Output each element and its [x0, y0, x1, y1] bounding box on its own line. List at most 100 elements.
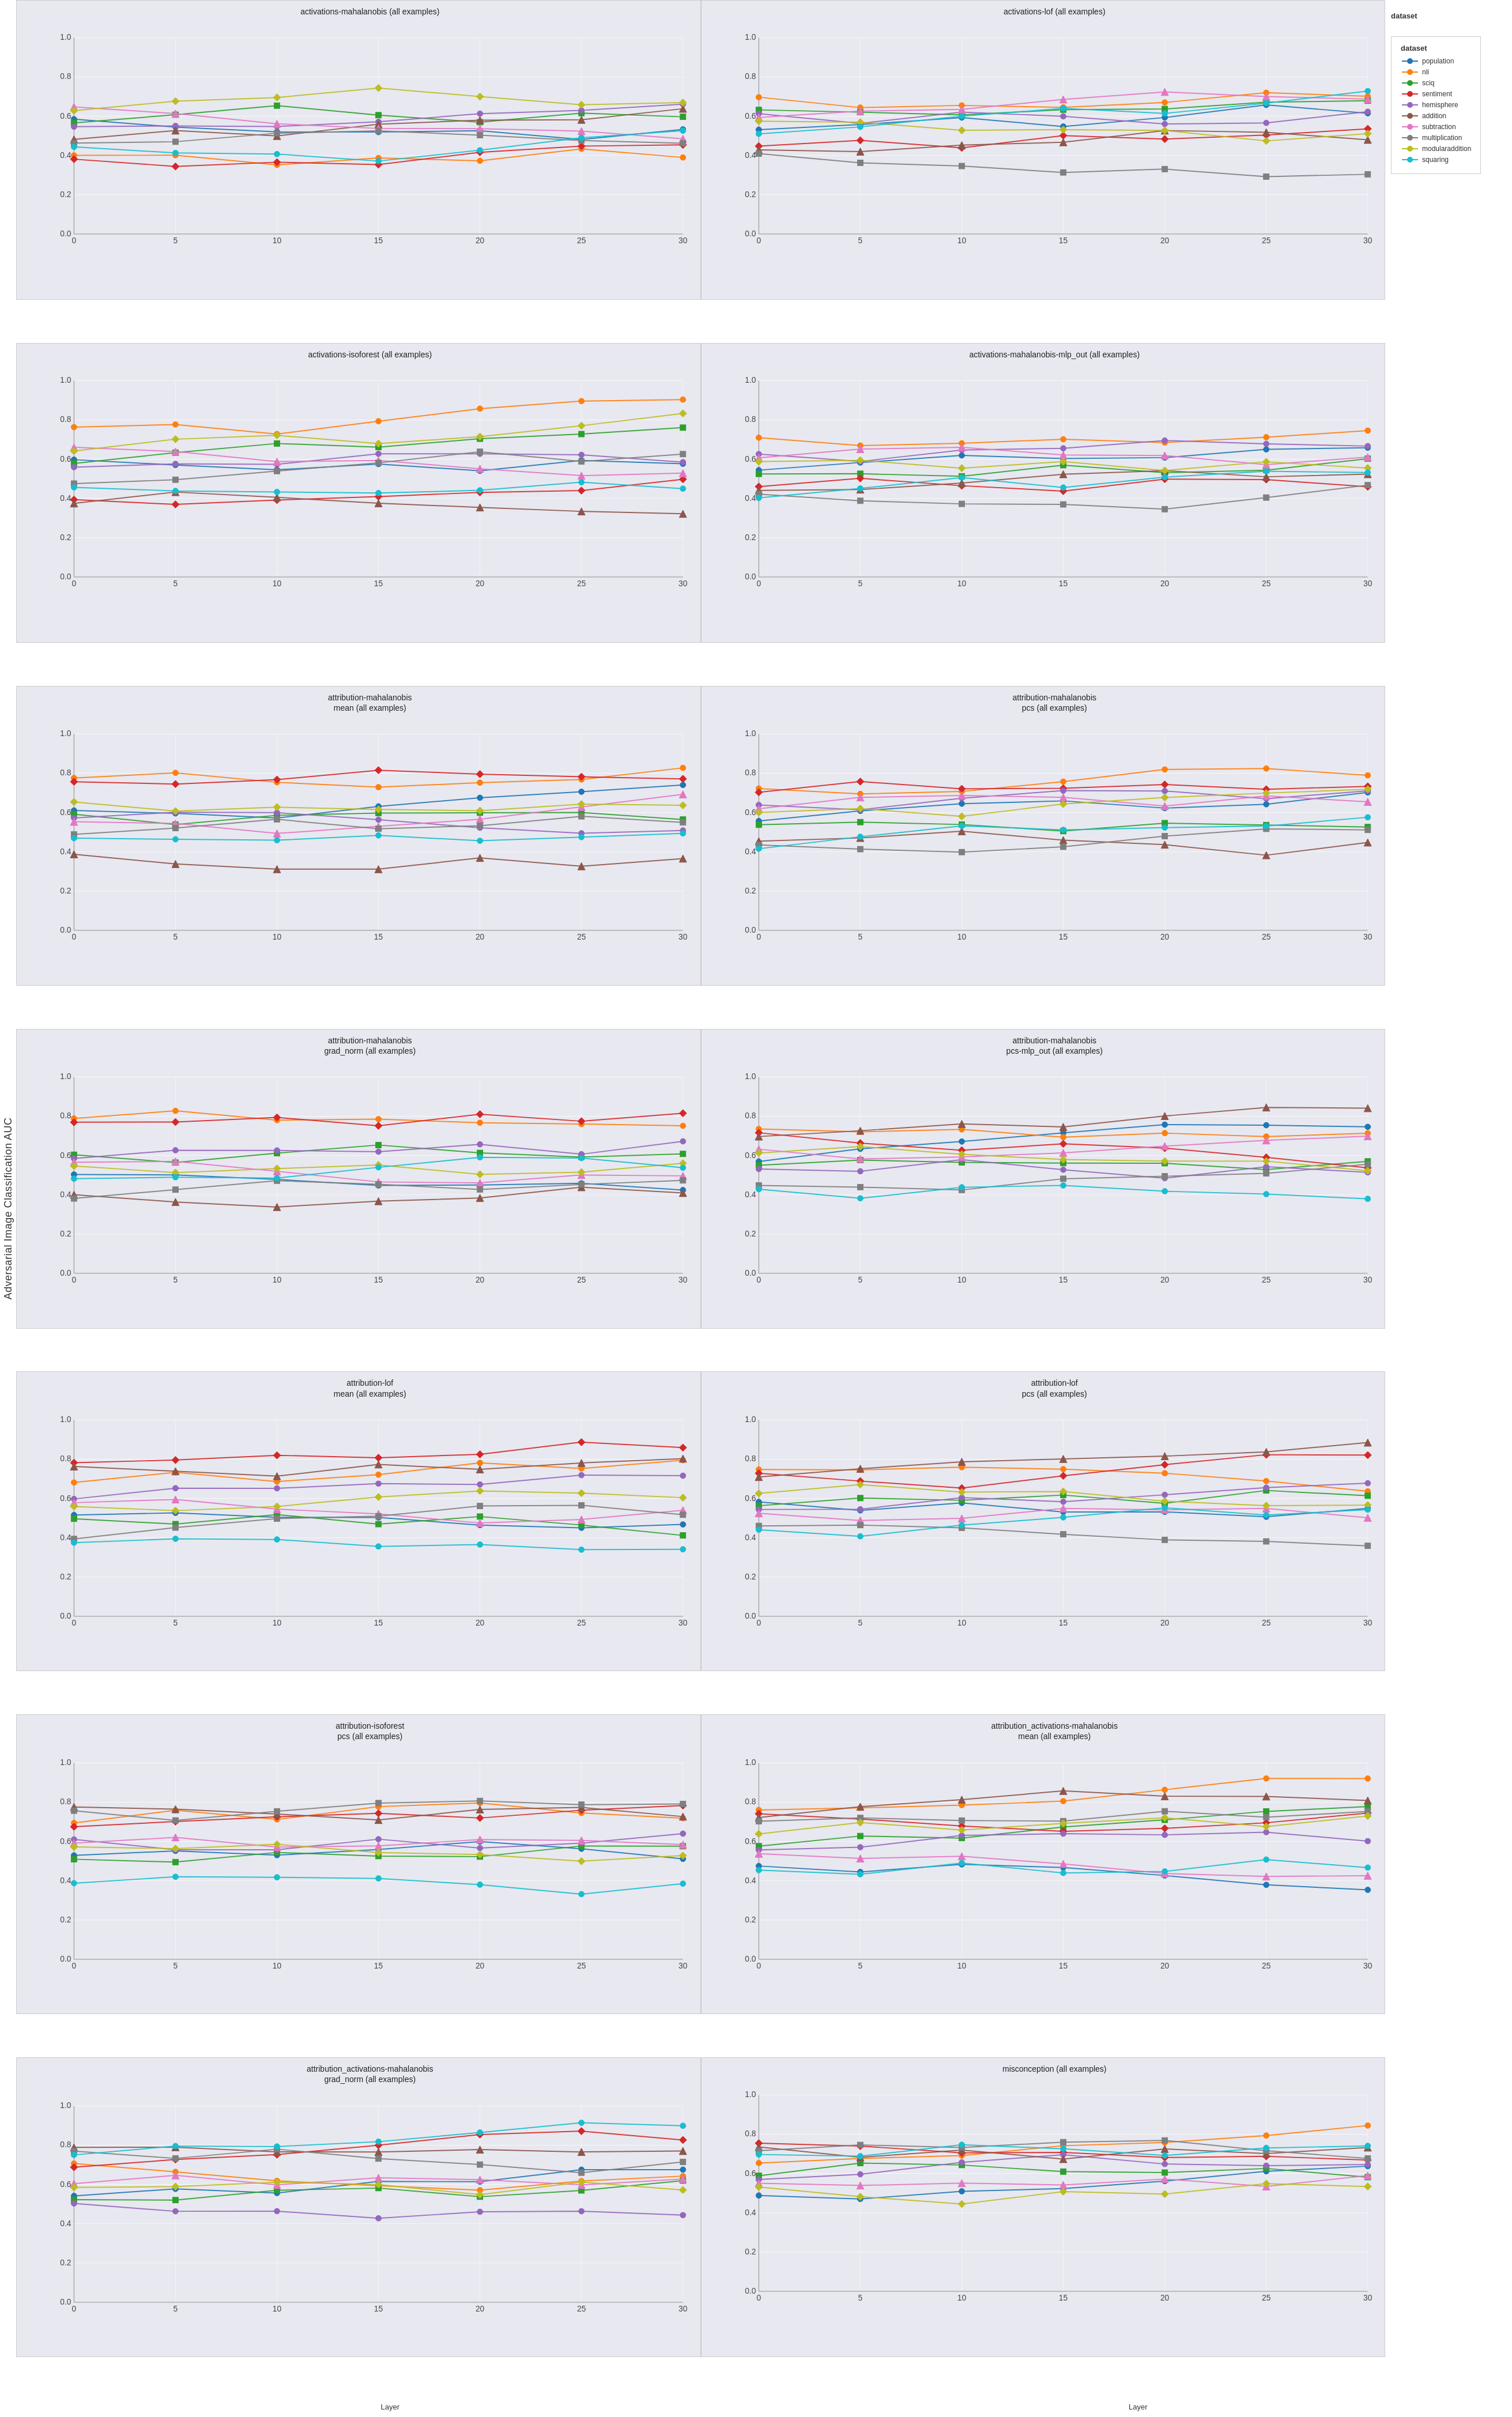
svg-text:1.0: 1.0: [60, 729, 71, 738]
chart-title-2: activations-lof (all examples): [730, 6, 1379, 17]
svg-text:30: 30: [678, 1275, 688, 1284]
svg-rect-280: [477, 449, 483, 455]
svg-point-536: [1263, 766, 1269, 771]
legend-label-sciq: sciq: [1422, 79, 1434, 87]
svg-rect-340: [756, 471, 761, 477]
svg-rect-876: [680, 1512, 686, 1518]
svg-text:0: 0: [756, 579, 761, 588]
legend-item-population: population: [1401, 57, 1471, 65]
svg-point-1399: [1407, 124, 1413, 130]
svg-point-633: [376, 1116, 382, 1122]
svg-point-1124: [1364, 1887, 1370, 1892]
svg-text:0.6: 0.6: [745, 808, 756, 817]
svg-point-850: [172, 1485, 178, 1491]
svg-text:20: 20: [476, 579, 485, 588]
legend-icon-nli: [1401, 68, 1419, 76]
svg-point-750: [756, 1166, 761, 1172]
svg-text:30: 30: [1363, 1275, 1373, 1284]
svg-point-855: [680, 1473, 686, 1479]
svg-point-884: [71, 1540, 77, 1545]
svg-text:0.0: 0.0: [60, 2297, 71, 2306]
svg-rect-935: [857, 1495, 863, 1501]
svg-text:10: 10: [273, 2303, 282, 2313]
y-axis-label: Adversarial Image Classification AUC: [2, 1117, 14, 1299]
svg-text:15: 15: [1058, 1618, 1068, 1627]
svg-text:20: 20: [1160, 1618, 1169, 1627]
svg-text:1.0: 1.0: [60, 375, 71, 384]
svg-text:0.0: 0.0: [60, 229, 71, 238]
svg-point-555: [1060, 788, 1066, 794]
svg-text:25: 25: [1262, 1960, 1271, 1970]
svg-text:1.0: 1.0: [60, 1072, 71, 1081]
svg-point-1150: [1162, 1832, 1167, 1838]
svg-text:0.2: 0.2: [745, 1572, 756, 1581]
svg-point-1149: [1060, 1831, 1066, 1837]
svg-text:0.2: 0.2: [745, 1914, 756, 1924]
svg-rect-673: [172, 1187, 178, 1193]
svg-point-987: [1162, 1505, 1167, 1511]
svg-text:0.8: 0.8: [745, 1797, 756, 1806]
svg-text:0.4: 0.4: [60, 1532, 71, 1541]
chart-cell-13: attribution_activations-mahalanobisgrad_…: [16, 2057, 701, 2357]
svg-text:10: 10: [957, 1275, 966, 1284]
legend-container: dataset dataset population nli sciq sent…: [1385, 0, 1512, 2400]
svg-point-456: [376, 817, 382, 823]
svg-rect-874: [477, 1503, 483, 1509]
svg-text:15: 15: [374, 579, 383, 588]
svg-point-191: [756, 131, 761, 137]
svg-text:30: 30: [678, 1618, 688, 1627]
svg-point-889: [579, 1547, 585, 1552]
chart-title-11: attribution-isoforestpcs (all examples): [46, 1721, 695, 1741]
svg-rect-1034: [172, 1859, 178, 1865]
chart-area-14: 0.00.20.40.60.81.0051015202530: [730, 2076, 1379, 2324]
svg-point-851: [274, 1485, 280, 1491]
svg-point-196: [1263, 100, 1269, 106]
svg-point-293: [376, 490, 382, 496]
svg-point-1391: [1407, 80, 1413, 86]
svg-text:30: 30: [1363, 579, 1373, 588]
svg-rect-178: [857, 160, 863, 166]
svg-point-393: [1162, 474, 1167, 480]
svg-text:5: 5: [174, 2303, 178, 2313]
svg-rect-539: [857, 819, 863, 825]
svg-point-436: [477, 780, 483, 786]
svg-point-1152: [1364, 1838, 1370, 1844]
svg-rect-776: [1263, 1171, 1269, 1177]
svg-rect-380: [1263, 495, 1269, 500]
svg-point-430: [579, 789, 585, 795]
svg-text:0.0: 0.0: [745, 572, 756, 581]
legend-box: dataset population nli sciq sentiment he…: [1391, 36, 1481, 174]
y-axis-label-container: Adversarial Image Classification AUC: [0, 0, 16, 2417]
svg-text:0.0: 0.0: [745, 1954, 756, 1963]
legend-label-subtraction: subtraction: [1422, 123, 1456, 131]
chart-cell-12: attribution_activations-mahalanobismean …: [701, 1714, 1386, 2014]
svg-point-1349: [1263, 2163, 1269, 2169]
svg-point-1147: [857, 1844, 863, 1850]
svg-rect-1033: [71, 1856, 77, 1862]
svg-text:0.4: 0.4: [745, 847, 756, 856]
svg-point-1182: [857, 1871, 863, 1877]
svg-point-1086: [477, 1881, 483, 1887]
svg-text:20: 20: [476, 2303, 485, 2313]
svg-text:0.8: 0.8: [60, 768, 71, 778]
svg-point-636: [680, 1123, 686, 1129]
svg-text:0.6: 0.6: [60, 2179, 71, 2188]
svg-point-488: [71, 835, 77, 841]
svg-rect-1069: [172, 1818, 178, 1823]
svg-point-135: [756, 95, 761, 100]
chart-area-8: 0.00.20.40.60.81.0051015202530: [730, 1058, 1379, 1306]
legend-icon-addition: [1401, 112, 1419, 120]
svg-point-290: [71, 485, 77, 491]
svg-point-1286: [680, 2122, 686, 2128]
svg-text:0: 0: [756, 1960, 761, 1970]
chart-title-6: attribution-mahalanobispcs (all examples…: [730, 692, 1379, 713]
svg-point-1245: [71, 2200, 77, 2206]
svg-point-832: [477, 1460, 483, 1466]
svg-text:5: 5: [858, 1275, 862, 1284]
svg-point-93: [172, 150, 178, 156]
svg-rect-376: [857, 498, 863, 504]
svg-point-1384: [1263, 2145, 1269, 2151]
svg-text:5: 5: [858, 579, 862, 588]
chart-cell-10: attribution-lofpcs (all examples)0.00.20…: [701, 1371, 1386, 1671]
svg-point-1346: [959, 2160, 964, 2166]
